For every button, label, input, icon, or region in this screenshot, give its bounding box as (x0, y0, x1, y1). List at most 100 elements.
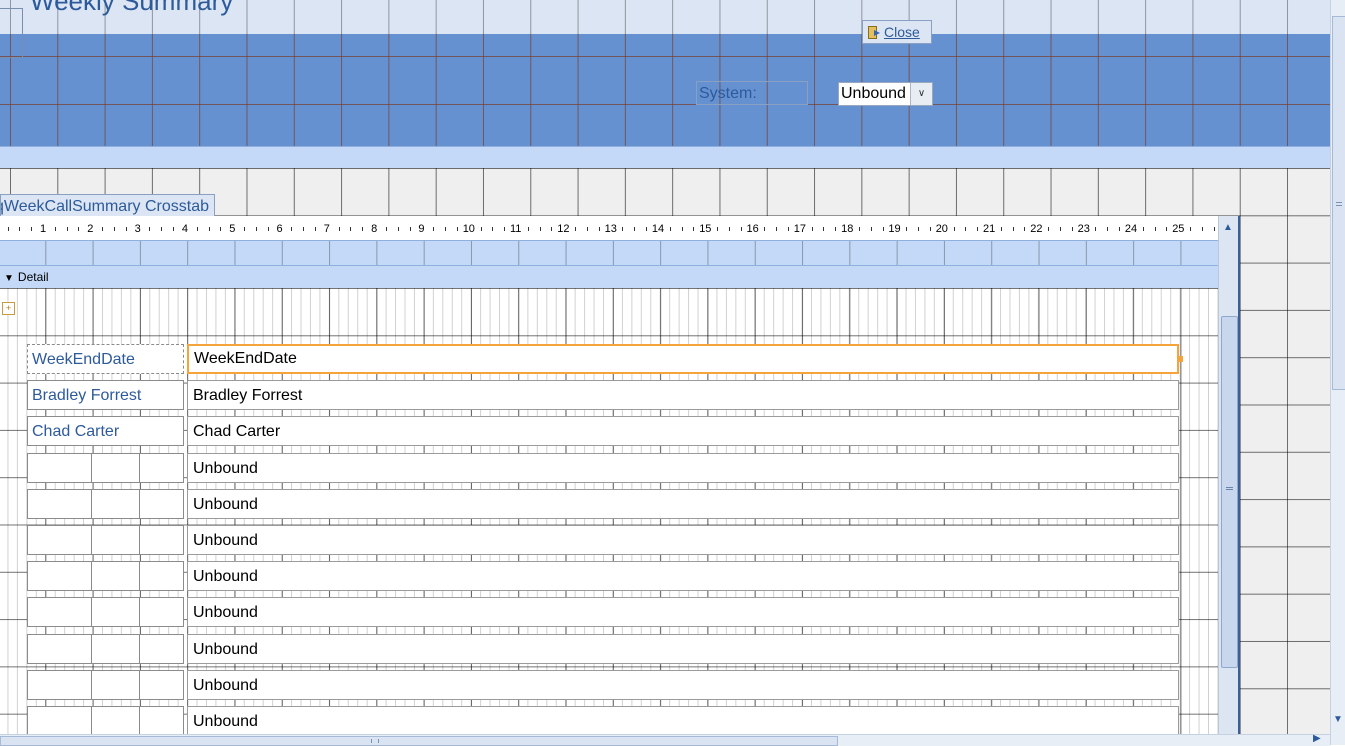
window-vertical-scrollbar[interactable]: ▼ (1330, 0, 1345, 745)
field-textbox[interactable]: Bradley Forrest (187, 380, 1179, 411)
field-row: Unbound (0, 525, 1180, 557)
resize-handle[interactable] (1178, 356, 1183, 362)
gridline (139, 634, 140, 663)
subform-control[interactable]: 1 2 3 4 5 6 7 8 9 10 11 12 13 14 15 16 17 18 19 20 21 22 23 24 2… (0, 216, 1240, 734)
gridline (91, 562, 92, 591)
ruler-tick (681, 227, 683, 231)
layout-selector-icon[interactable]: + (2, 302, 15, 315)
field-row: Chad Carter Chad Carter (0, 416, 1180, 448)
subform-header-band[interactable] (0, 241, 1218, 265)
field-label[interactable] (27, 525, 184, 555)
ruler-tick (1059, 227, 1061, 231)
field-textbox[interactable]: Chad Carter (187, 416, 1179, 447)
field-label[interactable] (27, 561, 184, 592)
scroll-up-arrow-icon[interactable]: ▲ (1223, 222, 1233, 233)
field-label[interactable] (27, 669, 184, 700)
ruler-tick (776, 227, 778, 231)
ruler-tick (551, 227, 553, 231)
subform-source-label[interactable]: qWeekCallSummary Crosstab (0, 194, 215, 218)
field-row: Bradley Forrest Bradley Forrest (0, 380, 1180, 412)
section-divider-bar[interactable] (0, 146, 1330, 170)
ruler-tick (1048, 227, 1050, 231)
ruler-tick (764, 227, 766, 231)
ruler-tick (66, 227, 68, 231)
ruler-tick (433, 227, 435, 231)
gridline (91, 598, 92, 627)
scroll-down-arrow-icon[interactable]: ▼ (1333, 714, 1343, 725)
ruler-tick (965, 227, 967, 231)
ruler-tick (397, 227, 399, 231)
ruler-tick (918, 227, 920, 231)
ruler-number: 2 (87, 223, 94, 235)
ruler-tick (220, 227, 222, 231)
ruler-number: 7 (323, 223, 330, 235)
field-label[interactable] (27, 488, 184, 519)
field-textbox[interactable]: WeekEndDate (187, 344, 1183, 374)
ruler-number: 20 (935, 223, 948, 235)
field-textbox[interactable]: Unbound (187, 561, 1179, 592)
subform-detail-area: + WeekEndDate WeekEndDate Bradley Forrest B… (0, 288, 1218, 734)
ruler-tick (196, 227, 198, 231)
ruler-number: 15 (699, 223, 712, 235)
subform-vertical-scrollbar[interactable]: ▲ (1218, 216, 1238, 734)
ruler-number: 25 (1172, 223, 1185, 235)
system-label[interactable]: System: (696, 81, 808, 105)
gridline (139, 489, 140, 518)
gridline (139, 707, 140, 734)
scroll-right-arrow-icon[interactable]: ▶ (1313, 733, 1321, 744)
ruler-number: 21 (983, 223, 996, 235)
ruler-tick (409, 227, 411, 231)
field-label[interactable]: WeekEndDate (27, 344, 184, 374)
ruler-tick (728, 227, 730, 231)
form-title[interactable]: Weekly Summary (30, 0, 233, 17)
chevron-down-icon[interactable]: ∨ (910, 83, 932, 105)
field-row: Unbound (0, 452, 1180, 485)
field-label[interactable] (27, 706, 184, 734)
ruler-tick (303, 227, 305, 231)
ruler-tick (634, 227, 636, 231)
field-textbox[interactable]: Unbound (187, 633, 1179, 664)
ruler-number: 13 (604, 223, 617, 235)
close-button[interactable]: Close (862, 20, 932, 44)
ruler-tick (255, 227, 257, 231)
ruler-tick (906, 227, 908, 231)
field-textbox[interactable]: Unbound (187, 488, 1179, 519)
field-textbox[interactable]: Unbound (187, 597, 1179, 628)
horizontal-ruler[interactable]: 1 2 3 4 5 6 7 8 9 10 11 12 13 14 15 16 17 18 19 20 21 22 23 24 2… (0, 218, 1218, 241)
field-label[interactable]: Bradley Forrest (27, 380, 184, 411)
ruler-tick (1201, 227, 1203, 231)
ruler-number: 18 (841, 223, 854, 235)
ruler-tick (1107, 227, 1109, 231)
gridline (91, 634, 92, 663)
ruler-tick (870, 227, 872, 231)
window-horizontal-scrollbar[interactable]: ▶ (0, 733, 1330, 746)
ruler-tick (977, 227, 979, 231)
field-textbox[interactable]: Unbound (187, 525, 1179, 555)
ruler-number: 23 (1077, 223, 1090, 235)
field-textbox[interactable]: Unbound (187, 706, 1179, 734)
ruler-tick (1071, 227, 1073, 231)
subform-scroll-thumb[interactable] (1221, 316, 1238, 668)
ruler-tick (1154, 227, 1156, 231)
grip-icon (1226, 487, 1233, 490)
system-combo-box[interactable]: Unbound ∨ (838, 82, 933, 106)
field-label[interactable] (27, 452, 184, 483)
field-textbox[interactable]: Unbound (187, 452, 1179, 483)
field-textbox[interactable]: Unbound (187, 669, 1179, 700)
ruler-tick (480, 227, 482, 231)
field-row: WeekEndDate WeekEndDate (0, 344, 1183, 376)
ruler-number: 19 (888, 223, 901, 235)
ruler-tick (586, 227, 588, 231)
detail-section-bar[interactable]: ▼ Detail (0, 265, 1218, 289)
gridline (91, 670, 92, 699)
field-label[interactable]: Chad Carter (27, 416, 184, 447)
ruler-tick (125, 227, 127, 231)
field-label[interactable] (27, 597, 184, 628)
ruler-tick (1166, 227, 1168, 231)
ruler-tick (811, 227, 813, 231)
ruler-tick (445, 227, 447, 231)
window-scroll-thumb[interactable] (1332, 16, 1345, 390)
ruler-number: 11 (510, 223, 522, 235)
field-label[interactable] (27, 633, 184, 664)
logo-placeholder[interactable] (0, 8, 23, 58)
